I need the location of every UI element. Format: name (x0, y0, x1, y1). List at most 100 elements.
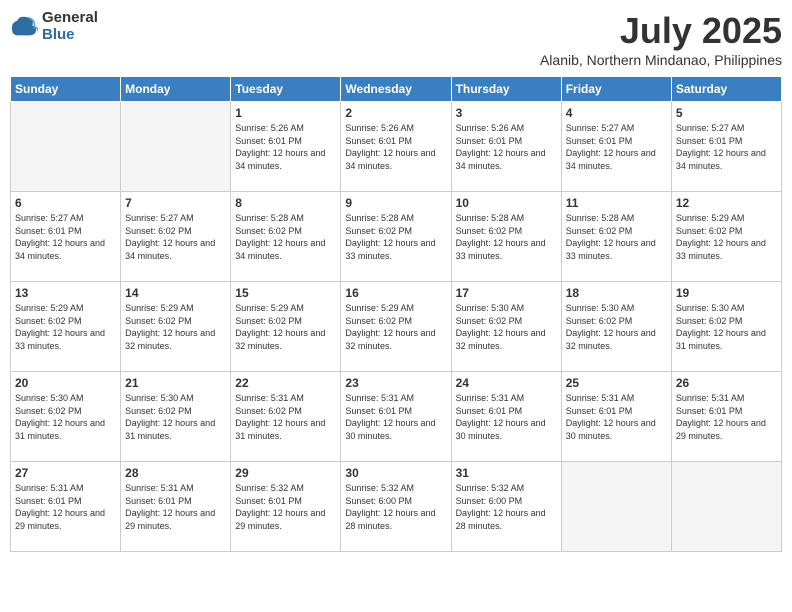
day-number: 1 (235, 106, 336, 120)
calendar-cell: 30 Sunrise: 5:32 AMSunset: 6:00 PMDayligh… (341, 462, 451, 552)
day-number: 10 (456, 196, 557, 210)
calendar-cell: 19 Sunrise: 5:30 AMSunset: 6:02 PMDayligh… (671, 282, 781, 372)
calendar-cell: 16Sunrise: 5:29 AMSunset: 6:02 PMDayligh… (341, 282, 451, 372)
cell-details: Sunrise: 5:29 AMSunset: 6:02 PMDaylight:… (676, 212, 777, 262)
day-number: 28 (125, 466, 226, 480)
day-number: 12 (676, 196, 777, 210)
calendar-day-header: Thursday (451, 77, 561, 102)
day-number: 23 (345, 376, 446, 390)
calendar-cell: 3Sunrise: 5:26 AMSunset: 6:01 PMDaylight… (451, 102, 561, 192)
page-header: General Blue July 2025 Alanib, Northern … (10, 10, 782, 68)
logo-icon (10, 13, 38, 41)
calendar-cell (11, 102, 121, 192)
calendar-cell: 13 Sunrise: 5:29 AMSunset: 6:02 PMDayligh… (11, 282, 121, 372)
cell-details: Sunrise: 5:27 AMSunset: 6:01 PMDaylight:… (566, 122, 667, 172)
calendar-day-header: Wednesday (341, 77, 451, 102)
day-number: 3 (456, 106, 557, 120)
calendar-cell: 8Sunrise: 5:28 AMSunset: 6:02 PMDaylight… (231, 192, 341, 282)
day-number: 25 (566, 376, 667, 390)
cell-details: Sunrise: 5:30 AMSunset: 6:02 PMDaylight:… (566, 302, 667, 352)
cell-details: Sunrise: 5:31 AMSunset: 6:02 PMDaylight:… (235, 392, 336, 442)
cell-details: Sunrise: 5:32 AMSunset: 6:00 PMDaylight:… (456, 482, 557, 532)
title-block: July 2025 Alanib, Northern Mindanao, Phi… (540, 10, 782, 68)
day-number: 6 (15, 196, 116, 210)
calendar-cell: 14 Sunrise: 5:29 AMSunset: 6:02 PMDayligh… (121, 282, 231, 372)
cell-details: Sunrise: 5:30 AMSunset: 6:02 PMDaylight:… (15, 392, 116, 442)
cell-details: Sunrise: 5:31 AMSunset: 6:01 PMDaylight:… (345, 392, 446, 442)
day-number: 4 (566, 106, 667, 120)
calendar-cell (121, 102, 231, 192)
calendar-cell: 23 Sunrise: 5:31 AMSunset: 6:01 PMDayligh… (341, 372, 451, 462)
calendar-cell: 22 Sunrise: 5:31 AMSunset: 6:02 PMDayligh… (231, 372, 341, 462)
day-number: 2 (345, 106, 446, 120)
day-number: 31 (456, 466, 557, 480)
cell-details: Sunrise: 5:26 AMSunset: 6:01 PMDaylight:… (235, 122, 336, 172)
day-number: 13 (15, 286, 116, 300)
cell-details: Sunrise: 5:29 AMSunset: 6:02 PMDaylight:… (125, 302, 226, 352)
calendar-cell: 27 Sunrise: 5:31 AMSunset: 6:01 PMDayligh… (11, 462, 121, 552)
calendar-cell: 25 Sunrise: 5:31 AMSunset: 6:01 PMDayligh… (561, 372, 671, 462)
logo-general-text: General (42, 10, 98, 27)
calendar-week-row: 13 Sunrise: 5:29 AMSunset: 6:02 PMDayligh… (11, 282, 782, 372)
day-number: 14 (125, 286, 226, 300)
day-number: 17 (456, 286, 557, 300)
calendar-header-row: SundayMondayTuesdayWednesdayThursdayFrid… (11, 77, 782, 102)
cell-details: Sunrise: 5:27 AMSunset: 6:02 PMDaylight:… (125, 212, 226, 262)
cell-details: Sunrise: 5:32 AMSunset: 6:00 PMDaylight:… (345, 482, 446, 532)
cell-details: Sunrise: 5:29 AMSunset: 6:02 PMDaylight:… (235, 302, 336, 352)
calendar-week-row: 6Sunrise: 5:27 AMSunset: 6:01 PMDaylight… (11, 192, 782, 282)
cell-details: Sunrise: 5:28 AMSunset: 6:02 PMDaylight:… (345, 212, 446, 262)
calendar-cell: 28Sunrise: 5:31 AMSunset: 6:01 PMDayligh… (121, 462, 231, 552)
logo-blue-text: Blue (42, 27, 98, 44)
calendar-cell: 1 Sunrise: 5:26 AMSunset: 6:01 PMDaylight… (231, 102, 341, 192)
calendar-cell: 4 Sunrise: 5:27 AMSunset: 6:01 PMDaylight… (561, 102, 671, 192)
day-number: 7 (125, 196, 226, 210)
calendar-cell: 9 Sunrise: 5:28 AMSunset: 6:02 PMDaylight… (341, 192, 451, 282)
cell-details: Sunrise: 5:32 AMSunset: 6:01 PMDaylight:… (235, 482, 336, 532)
calendar-cell: 15 Sunrise: 5:29 AMSunset: 6:02 PMDayligh… (231, 282, 341, 372)
cell-details: Sunrise: 5:28 AMSunset: 6:02 PMDaylight:… (456, 212, 557, 262)
day-number: 15 (235, 286, 336, 300)
day-number: 29 (235, 466, 336, 480)
calendar-week-row: 1 Sunrise: 5:26 AMSunset: 6:01 PMDaylight… (11, 102, 782, 192)
cell-details: Sunrise: 5:28 AMSunset: 6:02 PMDaylight:… (566, 212, 667, 262)
calendar-cell: 29 Sunrise: 5:32 AMSunset: 6:01 PMDayligh… (231, 462, 341, 552)
day-number: 22 (235, 376, 336, 390)
calendar-cell: 21 Sunrise: 5:30 AMSunset: 6:02 PMDayligh… (121, 372, 231, 462)
day-number: 20 (15, 376, 116, 390)
calendar-day-header: Tuesday (231, 77, 341, 102)
calendar-day-header: Monday (121, 77, 231, 102)
calendar-cell: 31 Sunrise: 5:32 AMSunset: 6:00 PMDayligh… (451, 462, 561, 552)
calendar-cell: 7 Sunrise: 5:27 AMSunset: 6:02 PMDaylight… (121, 192, 231, 282)
cell-details: Sunrise: 5:31 AMSunset: 6:01 PMDaylight:… (456, 392, 557, 442)
calendar-day-header: Friday (561, 77, 671, 102)
day-number: 21 (125, 376, 226, 390)
calendar-cell: 2 Sunrise: 5:26 AMSunset: 6:01 PMDaylight… (341, 102, 451, 192)
day-number: 27 (15, 466, 116, 480)
day-number: 5 (676, 106, 777, 120)
logo: General Blue (10, 10, 98, 43)
calendar-cell: 12 Sunrise: 5:29 AMSunset: 6:02 PMDayligh… (671, 192, 781, 282)
cell-details: Sunrise: 5:31 AMSunset: 6:01 PMDaylight:… (676, 392, 777, 442)
cell-details: Sunrise: 5:30 AMSunset: 6:02 PMDaylight:… (676, 302, 777, 352)
day-number: 9 (345, 196, 446, 210)
calendar-cell (671, 462, 781, 552)
calendar-cell: 5Sunrise: 5:27 AMSunset: 6:01 PMDaylight… (671, 102, 781, 192)
day-number: 8 (235, 196, 336, 210)
calendar-cell: 17Sunrise: 5:30 AMSunset: 6:02 PMDayligh… (451, 282, 561, 372)
calendar-cell: 10 Sunrise: 5:28 AMSunset: 6:02 PMDayligh… (451, 192, 561, 282)
calendar-cell: 6Sunrise: 5:27 AMSunset: 6:01 PMDaylight… (11, 192, 121, 282)
cell-details: Sunrise: 5:29 AMSunset: 6:02 PMDaylight:… (345, 302, 446, 352)
cell-details: Sunrise: 5:30 AMSunset: 6:02 PMDaylight:… (125, 392, 226, 442)
calendar-day-header: Saturday (671, 77, 781, 102)
cell-details: Sunrise: 5:26 AMSunset: 6:01 PMDaylight:… (345, 122, 446, 172)
day-number: 19 (676, 286, 777, 300)
calendar-cell: 18Sunrise: 5:30 AMSunset: 6:02 PMDayligh… (561, 282, 671, 372)
calendar-cell: 20 Sunrise: 5:30 AMSunset: 6:02 PMDayligh… (11, 372, 121, 462)
cell-details: Sunrise: 5:29 AMSunset: 6:02 PMDaylight:… (15, 302, 116, 352)
cell-details: Sunrise: 5:31 AMSunset: 6:01 PMDaylight:… (566, 392, 667, 442)
calendar-cell (561, 462, 671, 552)
calendar-cell: 24Sunrise: 5:31 AMSunset: 6:01 PMDayligh… (451, 372, 561, 462)
cell-details: Sunrise: 5:31 AMSunset: 6:01 PMDaylight:… (15, 482, 116, 532)
day-number: 30 (345, 466, 446, 480)
